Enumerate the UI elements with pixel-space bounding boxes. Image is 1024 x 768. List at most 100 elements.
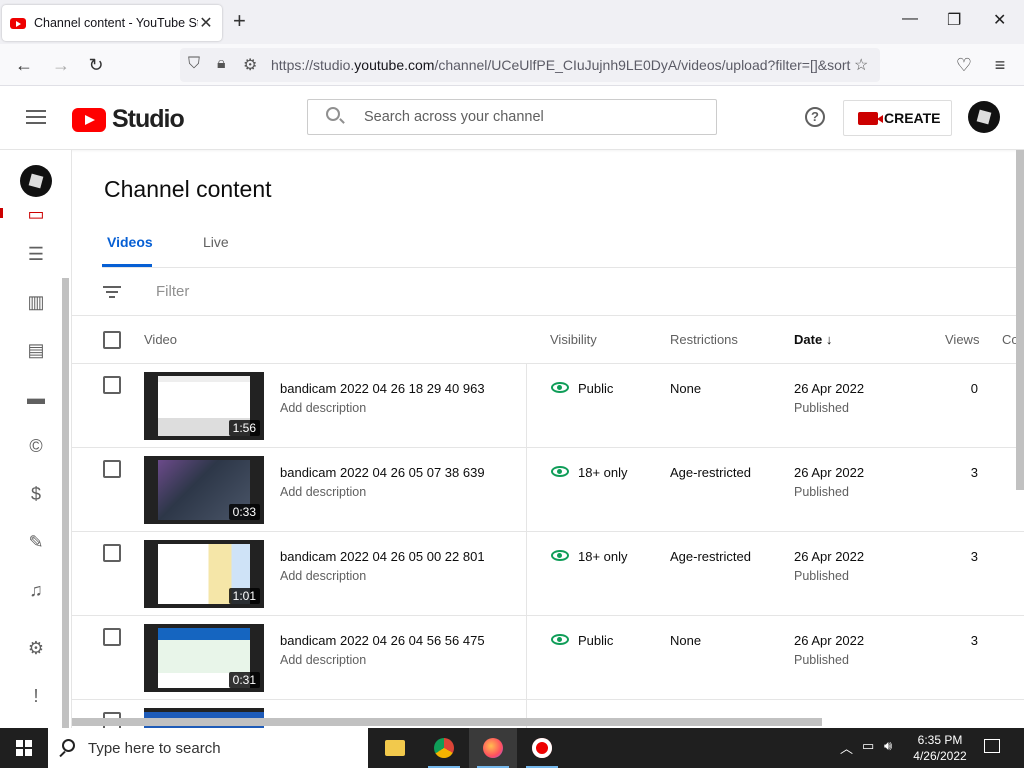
monetization-icon[interactable]: $ bbox=[24, 482, 48, 506]
sidebar-scrollbar[interactable] bbox=[62, 278, 69, 744]
row-checkbox[interactable] bbox=[103, 628, 121, 646]
filter-icon[interactable] bbox=[103, 286, 121, 298]
taskbar-search-placeholder: Type here to search bbox=[88, 740, 221, 757]
visibility-value[interactable]: 18+ only bbox=[578, 549, 628, 564]
audio-library-icon[interactable]: ♫ bbox=[24, 578, 48, 602]
search-icon bbox=[62, 739, 75, 752]
column-divider bbox=[526, 532, 527, 616]
table-horizontal-scrollbar[interactable] bbox=[72, 718, 822, 726]
row-checkbox[interactable] bbox=[103, 376, 121, 394]
video-description[interactable]: Add description bbox=[280, 569, 366, 583]
chevron-up-icon[interactable]: ︿ bbox=[840, 738, 853, 757]
video-thumbnail[interactable]: 0:33 bbox=[144, 456, 264, 524]
chrome-app[interactable] bbox=[420, 728, 468, 768]
main-content: Channel content Videos Live Filter Video… bbox=[72, 150, 1024, 728]
bandicam-app[interactable] bbox=[518, 728, 566, 768]
window-close-icon[interactable]: ✕ bbox=[993, 10, 1006, 30]
video-duration: 1:56 bbox=[228, 420, 260, 436]
address-bar[interactable]: ⛉ 🔒︎ ⚙︎ https://studio.youtube.com/chann… bbox=[180, 48, 880, 82]
account-avatar[interactable] bbox=[968, 101, 1000, 133]
settings-gear-icon[interactable]: ⚙ bbox=[24, 636, 48, 660]
playlists-icon[interactable]: ☰ bbox=[24, 242, 48, 266]
date-value: 26 Apr 2022 bbox=[794, 381, 865, 396]
reload-icon[interactable]: ↻ bbox=[85, 54, 107, 76]
video-thumbnail[interactable]: 1:01 bbox=[144, 540, 264, 608]
shield-icon[interactable]: ⛉ bbox=[188, 55, 200, 73]
views-count: 3 bbox=[970, 465, 978, 480]
forward-arrow-icon[interactable]: → bbox=[50, 54, 72, 76]
table-row[interactable]: 0:33 bandicam 2022 04 26 05 07 38 639 Ad… bbox=[72, 448, 1024, 532]
video-description[interactable]: Add description bbox=[280, 485, 366, 499]
minimize-icon[interactable]: — bbox=[902, 10, 918, 28]
create-button[interactable]: CREATE bbox=[843, 100, 952, 136]
tab-videos[interactable]: Videos bbox=[107, 234, 153, 250]
visibility-value[interactable]: Public bbox=[578, 633, 613, 648]
column-divider bbox=[526, 448, 527, 532]
visibility-value[interactable]: Public bbox=[578, 381, 613, 396]
sort-down-arrow-icon: ↓ bbox=[825, 332, 833, 347]
publish-status: Published bbox=[794, 653, 849, 667]
youtube-favicon-icon bbox=[10, 17, 26, 29]
views-count: 3 bbox=[970, 549, 978, 564]
bookmark-star-icon[interactable]: ☆ bbox=[854, 55, 868, 75]
windows-start-icon[interactable] bbox=[16, 740, 32, 756]
channel-avatar[interactable] bbox=[20, 165, 52, 197]
permissions-icon[interactable]: ⚙︎ bbox=[243, 55, 257, 75]
table-row[interactable]: 1:56 bandicam 2022 04 26 18 29 40 963 Ad… bbox=[72, 364, 1024, 448]
copyright-icon[interactable]: © bbox=[24, 434, 48, 458]
row-checkbox[interactable] bbox=[103, 460, 121, 478]
notification-icon[interactable] bbox=[984, 739, 1000, 753]
windows-taskbar: Type here to search ︿ ▭ 🔊︎ 6:35 PM 4/26/… bbox=[0, 728, 1024, 768]
tab-live[interactable]: Live bbox=[203, 234, 229, 250]
video-thumbnail[interactable]: 1:56 bbox=[144, 372, 264, 440]
main-vertical-scrollbar[interactable] bbox=[1016, 150, 1024, 490]
visibility-value[interactable]: 18+ only bbox=[578, 465, 628, 480]
video-description[interactable]: Add description bbox=[280, 653, 366, 667]
new-tab-button[interactable]: + bbox=[233, 10, 246, 32]
filter-input[interactable]: Filter bbox=[156, 283, 189, 300]
url-text: https://studio.youtube.com/channel/UCeUl… bbox=[271, 57, 851, 73]
tab-close-icon[interactable]: ✕ bbox=[198, 13, 214, 33]
taskbar-search-input[interactable]: Type here to search bbox=[48, 728, 368, 768]
hamburger-menu-icon[interactable] bbox=[26, 110, 46, 124]
subtitles-icon[interactable]: ▬ bbox=[24, 386, 48, 410]
column-header-date[interactable]: Date ↓ bbox=[794, 332, 832, 347]
video-thumbnail[interactable]: 0:31 bbox=[144, 624, 264, 692]
video-title[interactable]: bandicam 2022 04 26 05 00 22 801 bbox=[280, 549, 485, 564]
back-arrow-icon[interactable]: ← bbox=[13, 54, 35, 76]
video-title[interactable]: bandicam 2022 04 26 05 07 38 639 bbox=[280, 465, 485, 480]
video-title[interactable]: bandicam 2022 04 26 18 29 40 963 bbox=[280, 381, 485, 396]
column-header-visibility: Visibility bbox=[550, 332, 597, 347]
taskbar-clock[interactable]: 6:35 PM 4/26/2022 bbox=[900, 732, 980, 764]
table-row[interactable]: 1:01 bandicam 2022 04 26 05 00 22 801 Ad… bbox=[72, 532, 1024, 616]
content-icon[interactable]: ▭ bbox=[24, 202, 48, 226]
restrictions-value: Age-restricted bbox=[670, 465, 751, 480]
video-duration: 0:33 bbox=[228, 504, 260, 520]
divider bbox=[102, 267, 1024, 268]
video-title[interactable]: bandicam 2022 04 26 04 56 56 475 bbox=[280, 633, 485, 648]
customization-icon[interactable]: ✎ bbox=[24, 530, 48, 554]
table-row[interactable]: 0:31 bandicam 2022 04 26 04 56 56 475 Ad… bbox=[72, 616, 1024, 700]
network-icon[interactable]: ▭ bbox=[862, 738, 874, 754]
volume-icon[interactable]: 🔊︎ bbox=[884, 738, 892, 754]
send-feedback-icon[interactable]: ! bbox=[24, 684, 48, 708]
firefox-app[interactable] bbox=[469, 728, 517, 768]
video-description[interactable]: Add description bbox=[280, 401, 366, 415]
pocket-icon[interactable]: ♡ bbox=[953, 54, 975, 76]
studio-header: Studio Search across your channel ? CREA… bbox=[0, 86, 1024, 150]
firefox-icon bbox=[483, 738, 503, 758]
studio-logo[interactable]: Studio bbox=[72, 105, 185, 134]
lock-icon[interactable]: 🔒︎ bbox=[217, 55, 226, 73]
maximize-icon[interactable]: ❐ bbox=[947, 10, 961, 30]
browser-tab[interactable]: Channel content - YouTube Stu ✕ bbox=[2, 5, 222, 41]
create-label: CREATE bbox=[884, 110, 941, 126]
analytics-icon[interactable]: ▥ bbox=[24, 290, 48, 314]
comments-icon[interactable]: ▤ bbox=[24, 338, 48, 362]
menu-icon[interactable]: ≡ bbox=[989, 54, 1011, 76]
publish-status: Published bbox=[794, 485, 849, 499]
row-checkbox[interactable] bbox=[103, 544, 121, 562]
channel-search-input[interactable]: Search across your channel bbox=[307, 99, 717, 135]
file-explorer-app[interactable] bbox=[371, 728, 419, 768]
select-all-checkbox[interactable] bbox=[103, 331, 121, 349]
help-icon[interactable]: ? bbox=[805, 107, 825, 127]
